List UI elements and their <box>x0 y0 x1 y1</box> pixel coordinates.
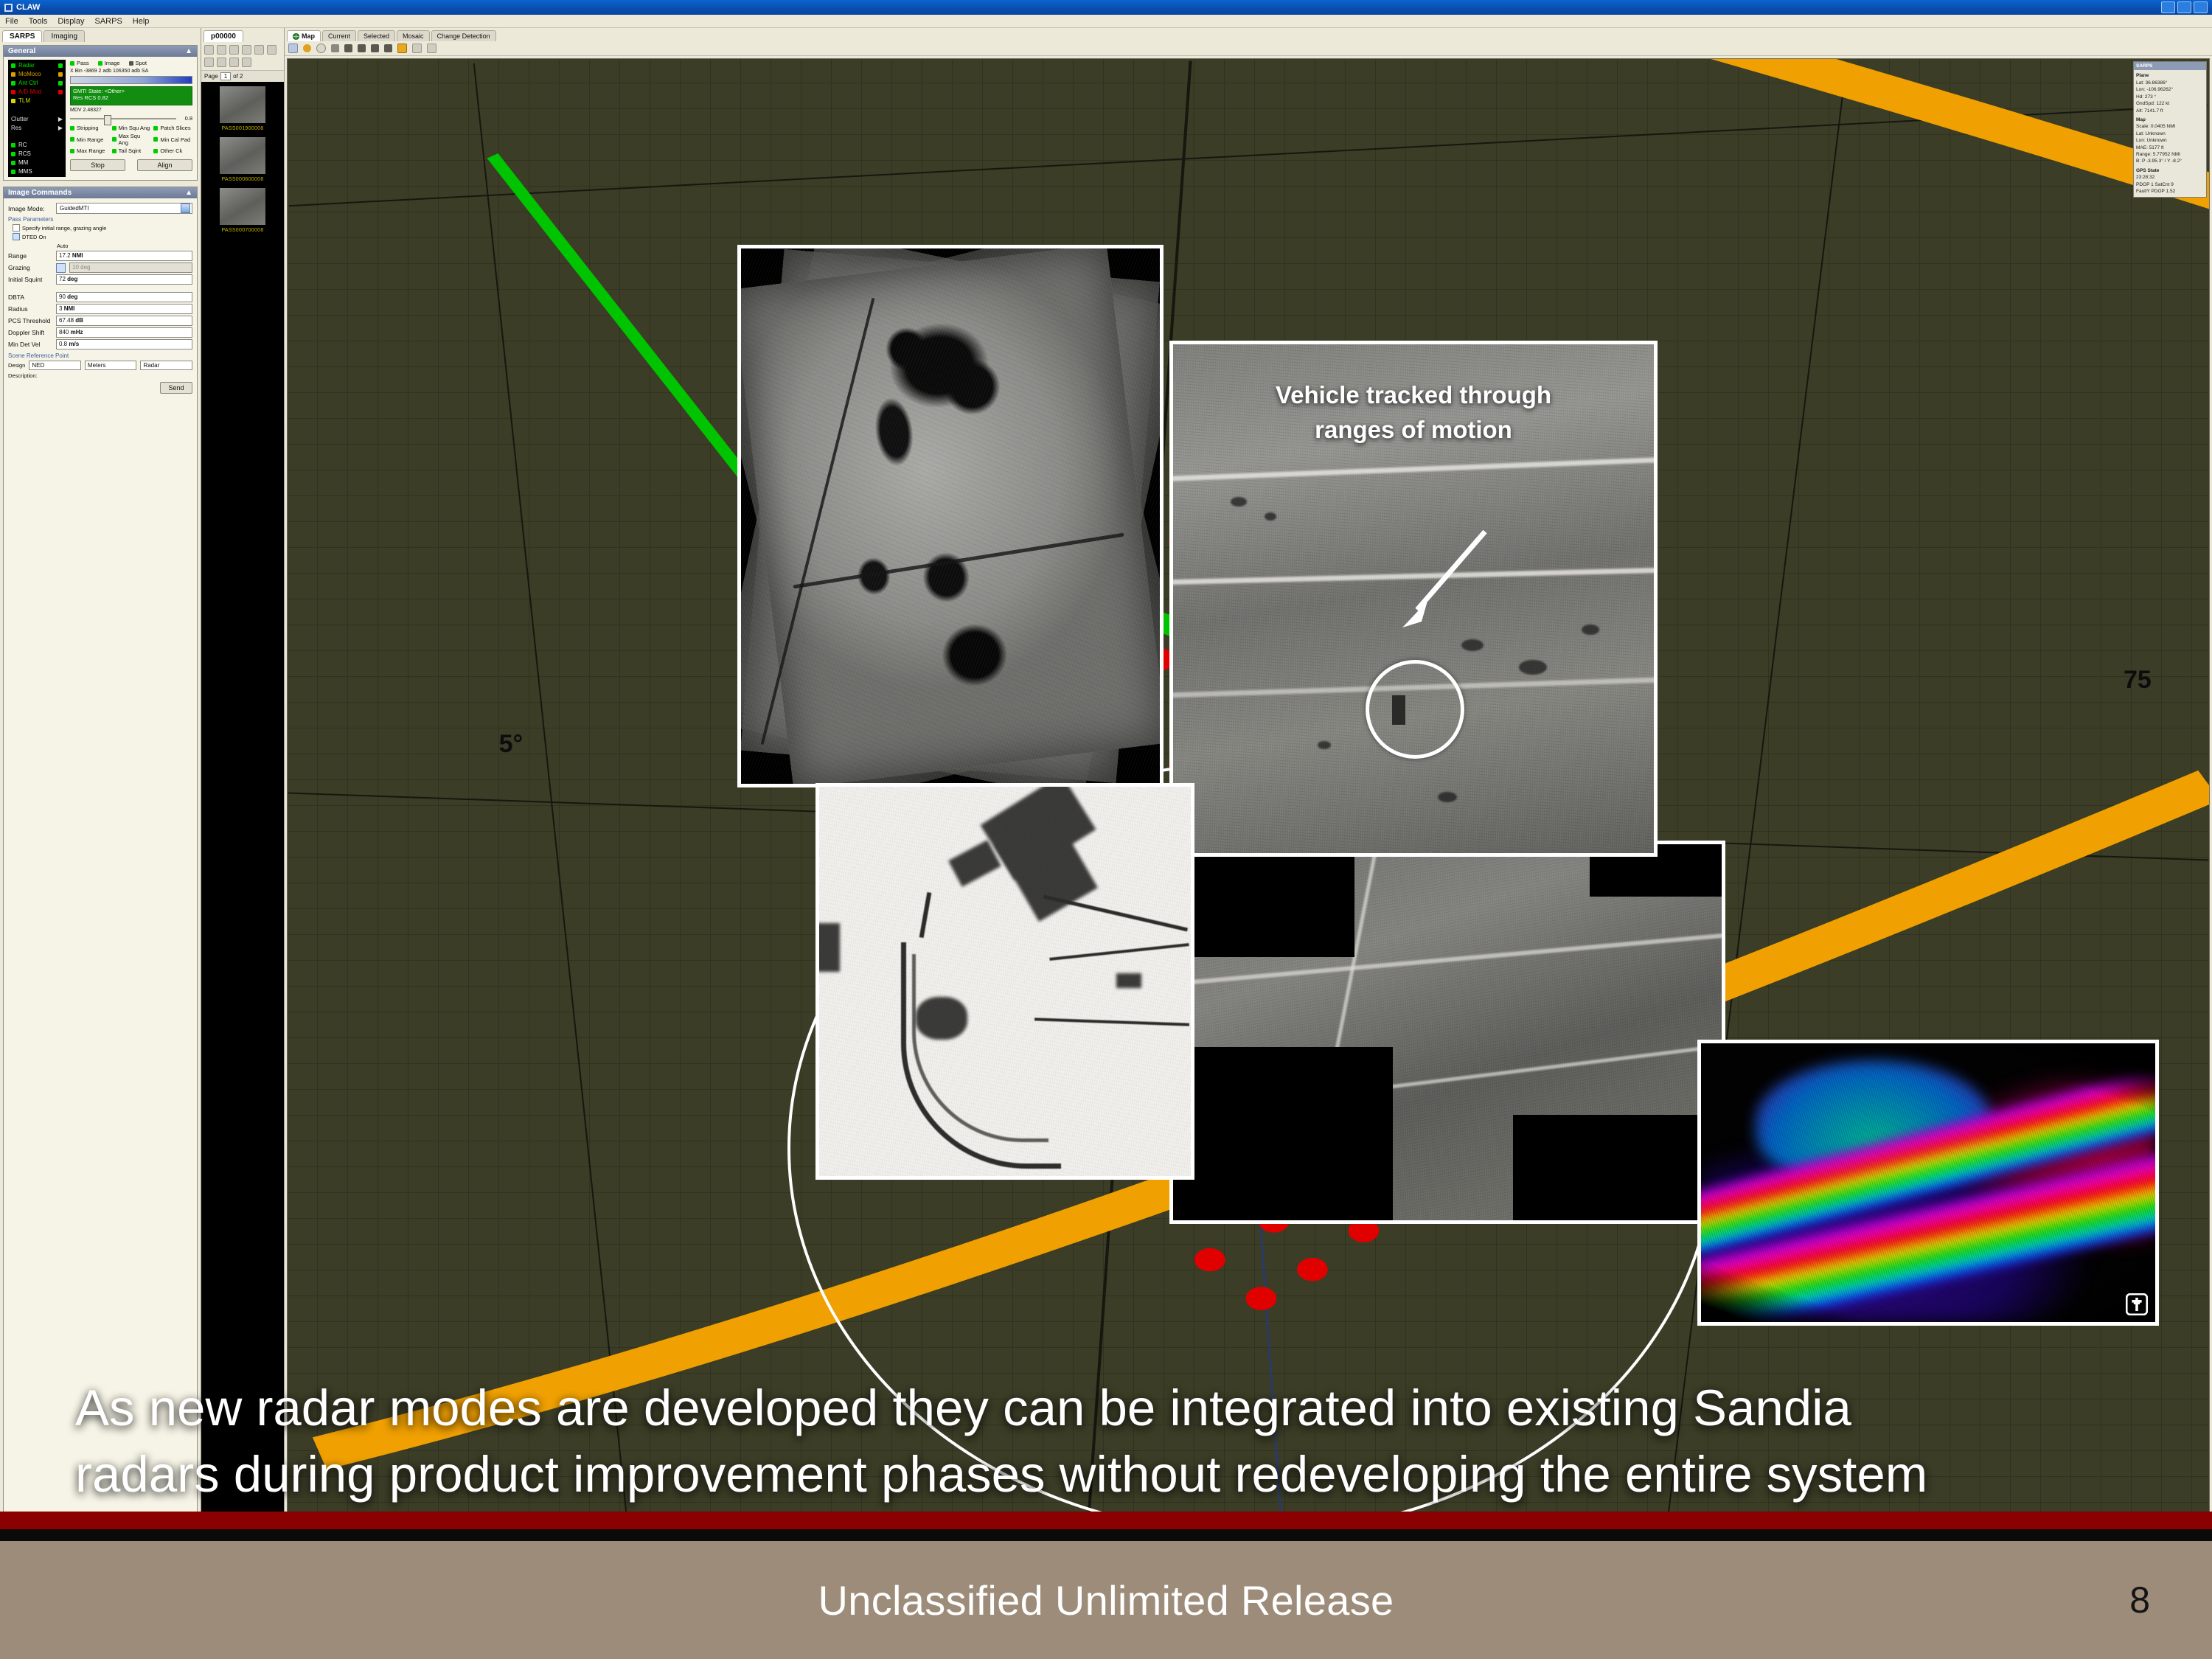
footer-accent-bar <box>0 1512 2212 1529</box>
list-item: Wide Area Search <box>134 1108 857 1196</box>
list-item-label: High Range Resolution <box>209 1214 680 1265</box>
classification-banner: Unclassified Unlimited Release <box>818 1576 1394 1624</box>
list-item: Circle <box>134 494 857 582</box>
bullet-square-icon <box>134 1231 153 1249</box>
bullet-square-icon <box>134 1143 153 1161</box>
logo-line-3: Laboratories <box>2003 99 2166 130</box>
list-item-label: VideoSAR/VICTR <box>209 950 570 1002</box>
bullet-square-icon <box>134 1055 153 1074</box>
list-item-label: Arbitrary Stripmap <box>209 687 578 739</box>
list-item: Spotlight <box>134 319 857 406</box>
sandia-thunderbird-icon <box>1898 40 1987 129</box>
footer-gap-bar <box>0 1529 2212 1541</box>
slide-root: Multi-Mode Functionality Sandia National… <box>0 0 2212 1659</box>
list-item-label: SpotDwell <box>209 424 416 476</box>
list-item: VideoSAR/VICTR <box>134 933 857 1020</box>
list-item: High Range Resolution <box>134 1196 857 1284</box>
list-item: Stripmap <box>134 582 857 669</box>
list-item-label: IFSAR <box>209 863 344 914</box>
list-item: SpotDwell <box>134 406 857 494</box>
logo-line-1: Sandia <box>2003 38 2091 69</box>
bullet-square-icon <box>134 967 153 986</box>
list-item-label: Wide Area Search <box>209 1126 578 1178</box>
list-item: CCD/NCP <box>134 757 857 845</box>
caption-line-1: As new radar modes are developed they ca… <box>75 1380 1851 1436</box>
sandia-logo: Sandia National Laboratories <box>1898 38 2166 130</box>
slide-caption: As new radar modes are developed they ca… <box>75 1375 2140 1507</box>
bullet-square-icon <box>134 441 153 459</box>
bullet-square-icon <box>134 529 153 547</box>
caption-line-2: radars during product improvement phases… <box>75 1445 1928 1503</box>
bullet-square-icon <box>134 704 153 723</box>
list-item: Arbitrary Stripmap <box>134 669 857 757</box>
bullet-square-icon <box>134 792 153 810</box>
list-item-label: CCD/NCP <box>209 775 418 827</box>
bullet-square-icon <box>134 353 153 372</box>
page-number: 8 <box>2129 1579 2150 1621</box>
logo-line-2: National <box>2003 69 2109 100</box>
list-item-label: Circle <box>209 512 327 563</box>
list-item: GMTI/DMTI <box>134 1020 857 1108</box>
bullet-square-icon <box>134 880 153 898</box>
mode-list: Spotlight SpotDwell Circle Stripmap Arbi… <box>134 319 857 1284</box>
footer-bar: Unclassified Unlimited Release 8 <box>0 1541 2212 1659</box>
list-item-label: Spotlight <box>209 336 388 388</box>
sandia-logo-wordmark: Sandia National Laboratories <box>2003 38 2166 130</box>
bullet-square-icon <box>134 616 153 635</box>
page-title: Multi-Mode Functionality <box>134 48 1156 156</box>
list-item-label: GMTI/DMTI <box>209 1038 448 1090</box>
list-item-label: Stripmap <box>209 599 393 651</box>
list-item: IFSAR <box>134 845 857 933</box>
